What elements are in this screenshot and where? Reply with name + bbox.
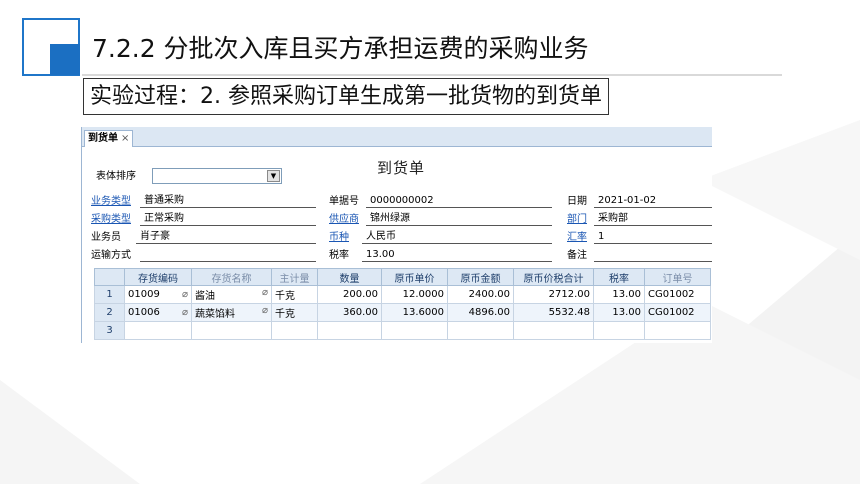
transport-field[interactable] (140, 249, 316, 262)
cell-name[interactable]: 蔬菜馅料 ⌀ (191, 303, 272, 322)
transport-label: 运输方式 (91, 250, 131, 261)
business-type-label[interactable]: 业务类型 (91, 195, 131, 208)
col-header-tax[interactable]: 税率 (593, 268, 645, 286)
decorative-square-fill (50, 44, 80, 75)
col-header-price[interactable]: 原币单价 (381, 268, 448, 286)
cell-name[interactable] (191, 321, 272, 340)
tab-bar: 到货单 × (82, 127, 712, 147)
business-type-field[interactable]: 普通采购 (140, 195, 316, 208)
sort-label: 表体排序 (96, 171, 136, 182)
tax-rate-field[interactable]: 13.00 (362, 249, 552, 262)
purchase-type-label[interactable]: 采购类型 (91, 213, 131, 226)
close-icon[interactable]: × (121, 133, 129, 144)
col-header-order[interactable]: 订单号 (644, 268, 711, 286)
cell-tax[interactable]: 13.00 (593, 285, 645, 304)
cell-name-text: 蔬菜馅料 (195, 309, 235, 320)
cell-qty[interactable] (317, 321, 382, 340)
cell-code[interactable]: 01009 ⌀ (124, 285, 192, 304)
cell-unit[interactable]: 千克 (271, 285, 318, 304)
slide-subtitle: 实验过程：2. 参照采购订单生成第一批货物的到货单 (83, 78, 609, 115)
salesman-field[interactable]: 肖子豪 (136, 231, 316, 244)
remark-label: 备注 (567, 250, 587, 261)
row-index[interactable]: 2 (94, 303, 125, 322)
cell-name[interactable]: 酱油 ⌀ (191, 285, 272, 304)
triangle-down-icon[interactable]: ▼ (267, 170, 280, 182)
col-header-unit[interactable]: 主计量 (271, 268, 318, 286)
tab-arrival-note[interactable]: 到货单 × (84, 130, 134, 147)
cell-tax[interactable]: 13.00 (593, 303, 645, 322)
cell-name-text: 酱油 (195, 291, 215, 302)
cell-qty[interactable]: 360.00 (317, 303, 382, 322)
supplier-field[interactable]: 锦州绿源 (366, 213, 552, 226)
col-header-total[interactable]: 原币价税合计 (513, 268, 594, 286)
cell-code[interactable]: 01006 ⌀ (124, 303, 192, 322)
department-label[interactable]: 部门 (567, 213, 587, 226)
paperclip-icon[interactable]: ⌀ (182, 289, 188, 300)
cell-total[interactable]: 2712.00 (513, 285, 594, 304)
col-header-name[interactable]: 存货名称 (191, 268, 272, 286)
cell-code-text: 01006 (128, 307, 160, 318)
table-row[interactable]: 1 01009 ⌀ 酱油 ⌀ 千克 200.00 12.0000 2400.00 2… (94, 285, 711, 304)
paperclip-icon[interactable]: ⌀ (262, 287, 268, 298)
cell-tax[interactable] (593, 321, 645, 340)
cell-unit[interactable]: 千克 (271, 303, 318, 322)
title-divider (82, 74, 782, 76)
tax-rate-label: 税率 (329, 250, 349, 261)
table-row[interactable]: 2 01006 ⌀ 蔬菜馅料 ⌀ 千克 360.00 13.6000 4896.00… (94, 303, 711, 322)
cell-amount[interactable]: 4896.00 (447, 303, 514, 322)
exchange-rate-label[interactable]: 汇率 (567, 231, 587, 244)
doc-no-label: 单据号 (329, 196, 359, 207)
col-header-amount[interactable]: 原币金额 (447, 268, 514, 286)
grid-corner (94, 268, 125, 286)
cell-price[interactable]: 13.6000 (381, 303, 448, 322)
salesman-label: 业务员 (91, 232, 121, 243)
arrival-note-window: 到货单 × 到货单 表体排序 ▼ 业务类型 普通采购 采购类型 正常采购 业务员 … (81, 127, 712, 343)
date-label: 日期 (567, 196, 587, 207)
cell-order[interactable]: CG01002 (644, 285, 711, 304)
doc-no-field[interactable]: 0000000002 (366, 195, 552, 208)
cell-total[interactable]: 5532.48 (513, 303, 594, 322)
cell-code-text: 01009 (128, 289, 160, 300)
sort-select[interactable]: ▼ (152, 168, 282, 184)
row-index[interactable]: 3 (94, 321, 125, 340)
department-field[interactable]: 采购部 (594, 213, 712, 226)
paperclip-icon[interactable]: ⌀ (262, 305, 268, 316)
table-row[interactable]: 3 (94, 321, 711, 340)
currency-field[interactable]: 人民币 (362, 231, 552, 244)
detail-grid: 存货编码 存货名称 主计量 数量 原币单价 原币金额 原币价税合计 税率 订单号… (94, 268, 711, 340)
tab-label: 到货单 (88, 133, 118, 144)
cell-amount[interactable]: 2400.00 (447, 285, 514, 304)
purchase-type-field[interactable]: 正常采购 (140, 213, 316, 226)
col-header-code[interactable]: 存货编码 (124, 268, 192, 286)
cell-price[interactable] (381, 321, 448, 340)
cell-total[interactable] (513, 321, 594, 340)
cell-order[interactable] (644, 321, 711, 340)
slide-title: 7.2.2 分批次入库且买方承担运费的采购业务 (86, 28, 597, 70)
cell-price[interactable]: 12.0000 (381, 285, 448, 304)
row-index[interactable]: 1 (94, 285, 125, 304)
exchange-rate-field[interactable]: 1 (594, 231, 712, 244)
cell-order[interactable]: CG01002 (644, 303, 711, 322)
remark-field[interactable] (594, 249, 712, 262)
cell-code[interactable] (124, 321, 192, 340)
cell-qty[interactable]: 200.00 (317, 285, 382, 304)
cell-amount[interactable] (447, 321, 514, 340)
date-field[interactable]: 2021-01-02 (594, 195, 712, 208)
paperclip-icon[interactable]: ⌀ (182, 307, 188, 318)
form-title: 到货单 (377, 159, 426, 177)
grid-header-row: 存货编码 存货名称 主计量 数量 原币单价 原币金额 原币价税合计 税率 订单号 (94, 268, 711, 286)
supplier-label[interactable]: 供应商 (329, 213, 359, 226)
cell-unit[interactable] (271, 321, 318, 340)
col-header-qty[interactable]: 数量 (317, 268, 382, 286)
currency-label[interactable]: 币种 (329, 231, 349, 244)
